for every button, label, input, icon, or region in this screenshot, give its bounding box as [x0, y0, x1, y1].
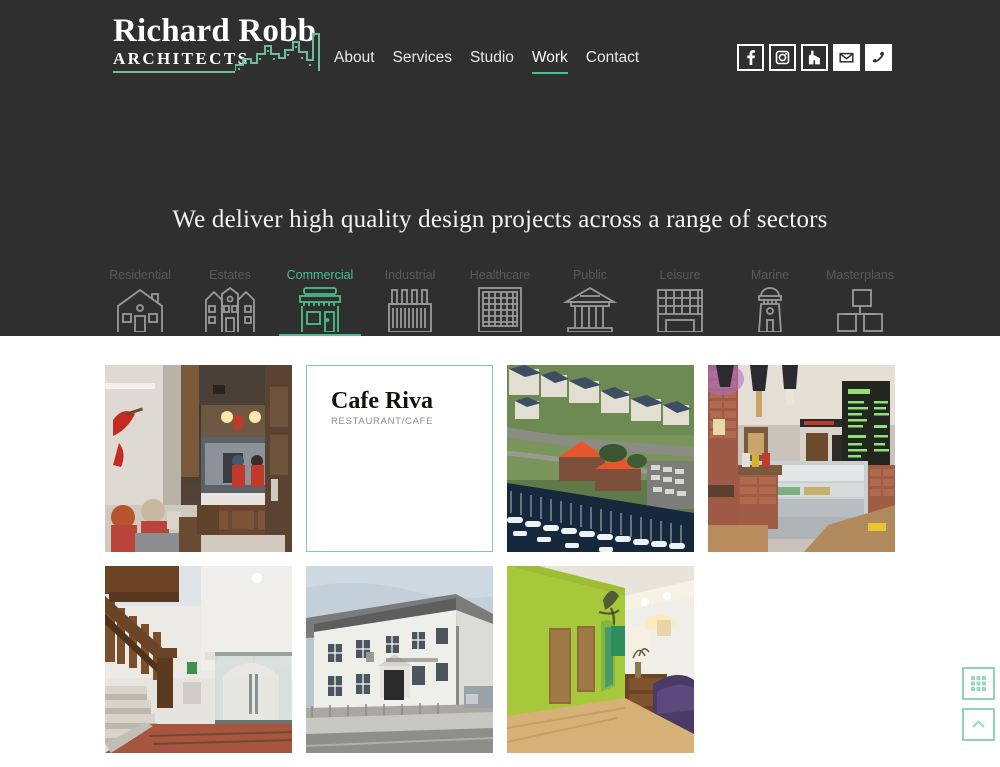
phone-icon[interactable]: [865, 44, 892, 71]
project-tile-cafe-bar-interior[interactable]: [105, 365, 292, 552]
masterplan-icon: [832, 286, 888, 332]
project-tile-white-building[interactable]: [306, 566, 493, 753]
civic-icon: [562, 286, 618, 332]
sector-label: Residential: [109, 268, 171, 282]
logo-underline: [113, 71, 235, 73]
sector-item-marine[interactable]: Marine: [729, 268, 811, 336]
sector-label: Leisure: [659, 268, 701, 282]
sector-label: Estates: [209, 268, 251, 282]
stair-hall-photo: [105, 566, 292, 753]
sector-item-commercial[interactable]: Commercial: [279, 268, 361, 336]
sector-label: Commercial: [286, 268, 354, 282]
grid-icon: [970, 675, 987, 692]
site-header: Richard Robb ARCHITECTS About Services S…: [0, 0, 1000, 336]
sector-item-industrial[interactable]: Industrial: [369, 268, 451, 336]
main-navigation: About Services Studio Work Contact: [334, 48, 639, 74]
social-links: [737, 44, 892, 71]
nav-item-services[interactable]: Services: [393, 48, 452, 72]
projects-section: Cafe Riva RESTAURANT/CAFE: [0, 336, 1000, 753]
sector-item-leisure[interactable]: Leisure: [639, 268, 721, 336]
factory-icon: [382, 286, 438, 332]
logo-brand-subtitle: ARCHITECTS: [113, 49, 250, 68]
project-tile-green-corridor[interactable]: [507, 566, 694, 753]
sector-label: Marine: [750, 268, 790, 282]
sector-label: Industrial: [384, 268, 436, 282]
skyline-icon: [234, 32, 331, 73]
sector-item-residential[interactable]: Residential: [99, 268, 181, 336]
project-card-subtitle: RESTAURANT/CAFE: [331, 416, 434, 427]
floating-controls: [962, 667, 995, 741]
nav-item-contact[interactable]: Contact: [586, 48, 639, 72]
chevron-up-icon: [971, 717, 986, 732]
top-bar: Richard Robb ARCHITECTS About Services S…: [0, 0, 1000, 96]
project-card-cafe-riva[interactable]: Cafe Riva RESTAURANT/CAFE: [306, 365, 493, 552]
shop-icon: [292, 286, 348, 332]
house-icon: [112, 286, 168, 332]
white-building-photo: [306, 566, 493, 753]
hero-tagline: We deliver high quality design projects …: [172, 206, 828, 233]
estate-icon: [202, 286, 258, 332]
hospital-icon: [472, 286, 528, 332]
sector-label: Masterplans: [825, 268, 895, 282]
lighthouse-icon: [742, 286, 798, 332]
houzz-icon[interactable]: [801, 44, 828, 71]
project-tile-deli-counter[interactable]: [708, 365, 895, 552]
sector-label: Healthcare: [469, 268, 531, 282]
sector-item-healthcare[interactable]: Healthcare: [459, 268, 541, 336]
facebook-icon[interactable]: [737, 44, 764, 71]
back-to-top-button[interactable]: [962, 708, 995, 741]
grid-view-button[interactable]: [962, 667, 995, 700]
instagram-icon[interactable]: [769, 44, 796, 71]
project-tile-marina-aerial[interactable]: [507, 365, 694, 552]
leisure-icon: [652, 286, 708, 332]
project-tile-stair-hall[interactable]: [105, 566, 292, 753]
email-icon[interactable]: [833, 44, 860, 71]
project-card-title: Cafe Riva: [331, 388, 433, 414]
cafe-bar-interior-photo: [105, 365, 292, 552]
marina-aerial-photo: [507, 365, 694, 552]
sector-item-masterplans[interactable]: Masterplans: [819, 268, 901, 336]
nav-item-studio[interactable]: Studio: [470, 48, 514, 72]
site-logo[interactable]: Richard Robb ARCHITECTS: [113, 14, 328, 75]
green-corridor-photo: [507, 566, 694, 753]
sector-item-public[interactable]: Public: [549, 268, 631, 336]
nav-item-work[interactable]: Work: [531, 48, 568, 74]
nav-item-about[interactable]: About: [334, 48, 375, 72]
sector-label: Public: [572, 268, 608, 282]
deli-counter-photo: [708, 365, 895, 552]
projects-grid: Cafe Riva RESTAURANT/CAFE: [105, 365, 895, 753]
sector-filter-bar: Residential Estates Commercial Industria…: [0, 268, 1000, 336]
sector-item-estates[interactable]: Estates: [189, 268, 271, 336]
